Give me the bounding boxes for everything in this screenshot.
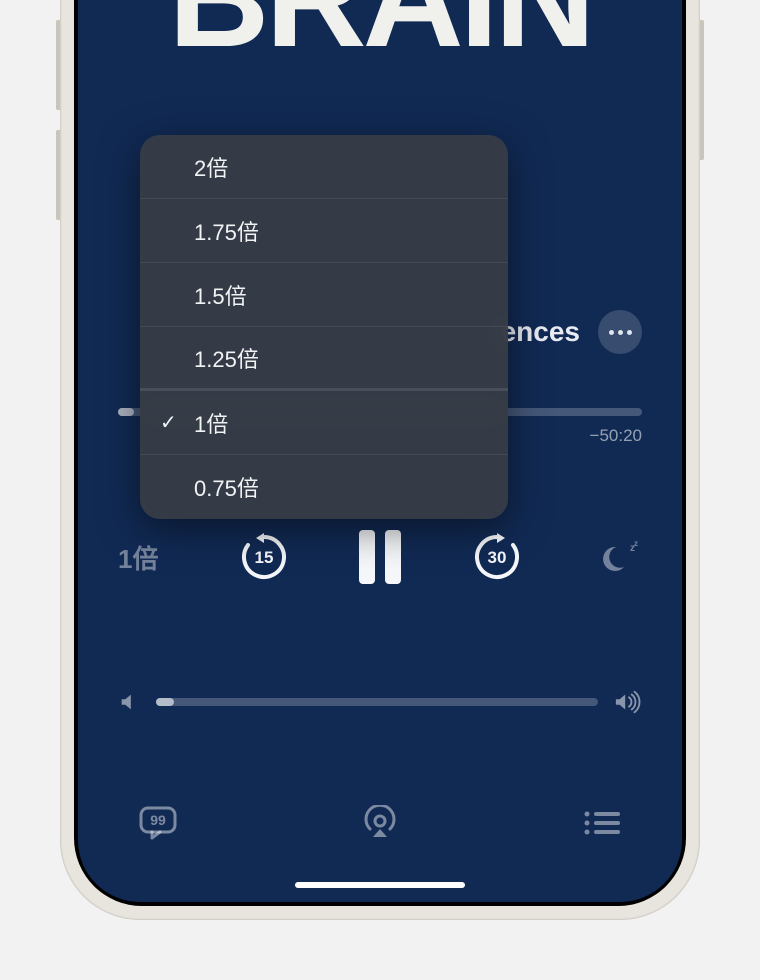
- playback-controls: 1倍 15 30: [118, 530, 642, 584]
- phone-frame: BRAIN ences −50:20 1倍: [60, 0, 700, 920]
- artwork-title: BRAIN: [168, 0, 591, 54]
- speed-option-1-75x[interactable]: 1.75倍: [140, 199, 508, 263]
- bottom-toolbar: 99: [138, 805, 622, 846]
- phone-bezel: BRAIN ences −50:20 1倍: [74, 0, 686, 906]
- volume-high-icon: [614, 690, 642, 714]
- skip-back-15-icon: 15: [238, 531, 290, 583]
- svg-text:z: z: [634, 539, 638, 548]
- airplay-icon: [360, 805, 400, 841]
- ellipsis-icon: [609, 330, 614, 335]
- more-button[interactable]: [598, 310, 642, 354]
- speed-menu: 2倍 1.75倍 1.5倍 1.25倍 ✓ 1倍 0.75倍: [140, 135, 508, 519]
- skip-forward-button[interactable]: 30: [471, 531, 523, 583]
- speed-option-label: 1.25倍: [194, 342, 259, 374]
- pause-icon: [359, 530, 375, 584]
- volume-slider[interactable]: [156, 698, 598, 706]
- power-button[interactable]: [700, 20, 704, 160]
- transcript-button[interactable]: 99: [138, 805, 178, 846]
- checkmark-icon: ✓: [160, 410, 177, 435]
- speed-option-1x[interactable]: ✓ 1倍: [140, 391, 508, 455]
- airplay-button[interactable]: [360, 805, 400, 846]
- speed-option-label: 2倍: [194, 151, 228, 183]
- pause-button[interactable]: [359, 530, 401, 584]
- screen: BRAIN ences −50:20 1倍: [78, 0, 682, 902]
- chat-quote-icon: 99: [138, 805, 178, 841]
- volume-low-icon: [118, 691, 140, 713]
- sleep-timer-button[interactable]: z z: [592, 537, 642, 577]
- queue-button[interactable]: [582, 808, 622, 843]
- volume-fill: [156, 698, 174, 706]
- speed-option-2x[interactable]: 2倍: [140, 135, 508, 199]
- progress-fill: [118, 408, 134, 416]
- skip-forward-30-icon: 30: [471, 531, 523, 583]
- remaining-time: −50:20: [590, 426, 642, 446]
- episode-title-row: ences: [501, 310, 642, 354]
- home-indicator[interactable]: [295, 882, 465, 888]
- svg-text:15: 15: [254, 548, 273, 567]
- speed-option-label: 1.75倍: [194, 215, 259, 247]
- volume-row: [118, 690, 642, 714]
- volume-down-button[interactable]: [56, 130, 60, 220]
- speed-option-label: 1.5倍: [194, 279, 247, 311]
- speed-option-label: 1倍: [194, 407, 228, 439]
- list-icon: [582, 808, 622, 838]
- speed-option-1-5x[interactable]: 1.5倍: [140, 263, 508, 327]
- speed-option-label: 0.75倍: [194, 471, 259, 503]
- skip-back-button[interactable]: 15: [238, 531, 290, 583]
- speed-option-0-75x[interactable]: 0.75倍: [140, 455, 508, 519]
- episode-title: ences: [501, 316, 580, 348]
- speed-option-1-25x[interactable]: 1.25倍: [140, 327, 508, 391]
- svg-text:99: 99: [150, 812, 166, 828]
- speed-button[interactable]: 1倍: [118, 539, 168, 576]
- svg-text:30: 30: [487, 548, 506, 567]
- volume-up-button[interactable]: [56, 20, 60, 110]
- moon-zz-icon: z z: [602, 537, 642, 577]
